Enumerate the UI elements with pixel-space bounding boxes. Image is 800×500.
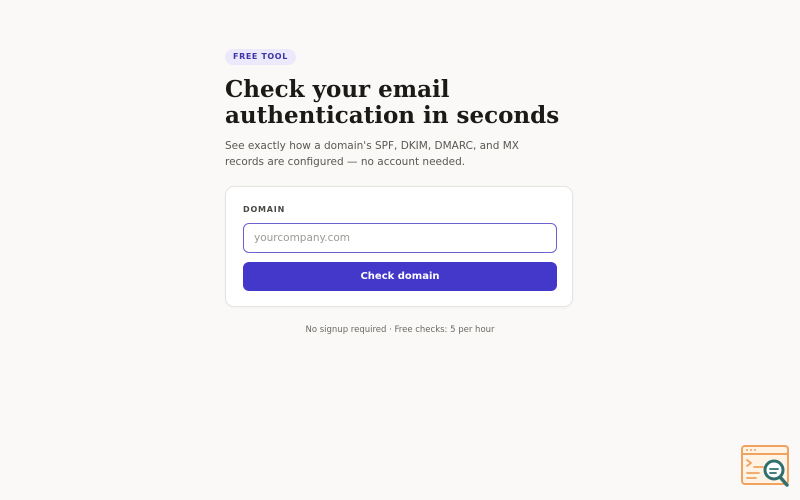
page-subtitle: See exactly how a domain's SPF, DKIM, DM… (225, 138, 525, 170)
page-subtitle-line-1: See exactly how a domain's SPF, DKIM, DM… (225, 140, 519, 152)
page-subtitle-line-2: records are configured — no account need… (225, 156, 466, 168)
page-title-line-1: Check your email (225, 76, 450, 103)
browser-search-icon[interactable] (741, 445, 791, 487)
signup-footnote: No signup required · Free checks: 5 per … (305, 325, 495, 335)
browser-search-icon-graphic (741, 445, 789, 487)
page-title-line-2: authentication in seconds (225, 102, 560, 129)
page: FREE TOOL Check your email authenticatio… (0, 0, 800, 500)
domain-input[interactable] (243, 223, 557, 253)
page-title: Check your email authentication in secon… (225, 77, 575, 129)
check-domain-button[interactable]: Check domain (243, 262, 557, 291)
free-tool-badge: FREE TOOL (225, 49, 296, 65)
hero-section: FREE TOOL Check your email authenticatio… (225, 44, 575, 170)
domain-label: DOMAIN (243, 205, 286, 214)
domain-check-card: DOMAIN Check domain (225, 186, 573, 307)
